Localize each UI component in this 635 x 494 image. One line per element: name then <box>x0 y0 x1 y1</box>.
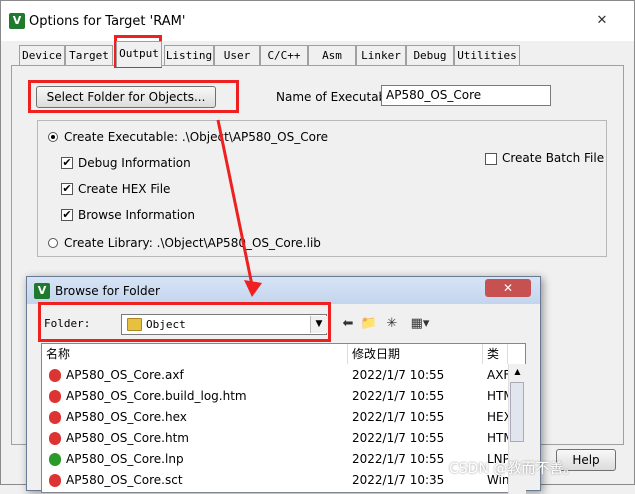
annotation-arrow <box>216 119 262 297</box>
tab-output[interactable]: Output <box>116 41 162 67</box>
watermark: CSDN @教而不善。 <box>449 461 578 477</box>
